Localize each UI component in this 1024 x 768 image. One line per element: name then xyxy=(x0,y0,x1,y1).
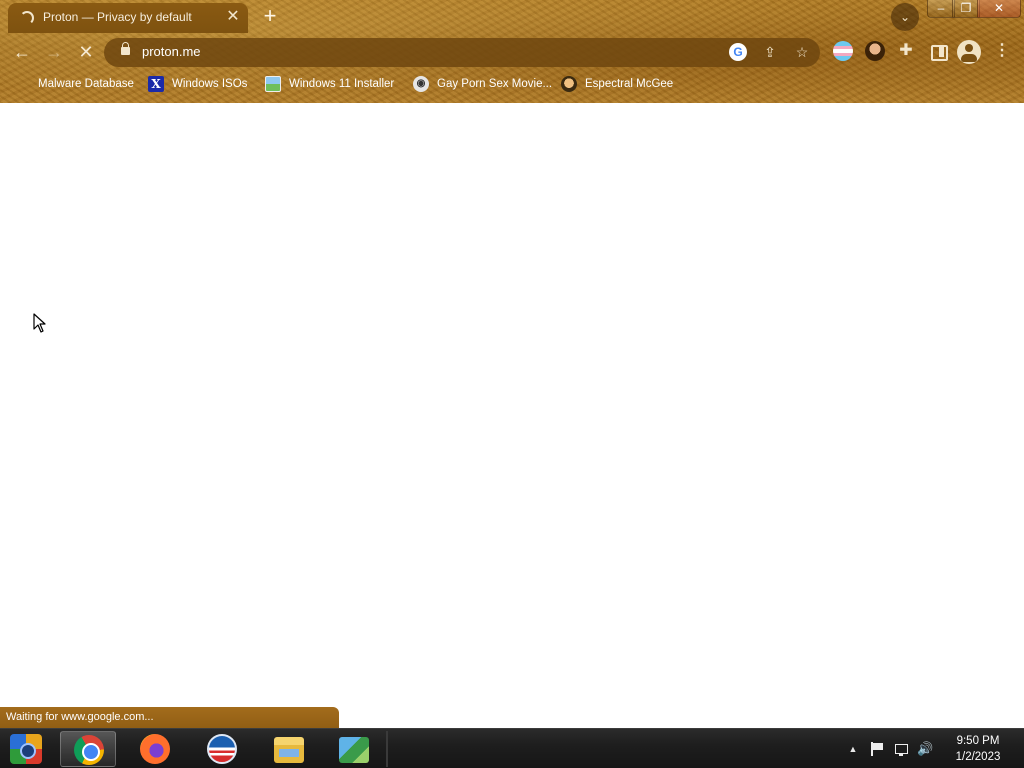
address-bar[interactable]: proton.me G ⇪ ☆ xyxy=(104,38,820,67)
extension-avatar-icon[interactable] xyxy=(865,41,885,61)
side-panel-icon[interactable] xyxy=(928,41,948,61)
browser-chrome: Proton — Privacy by default ✕ + ⌄ – ❐ ✕ … xyxy=(0,0,1024,103)
film-reel-icon: ◉ xyxy=(413,76,429,92)
clock[interactable]: 9:50 PM 1/2/2023 xyxy=(945,733,1011,765)
taskbar: ▲ 🔊 9:50 PM 1/2/2023 xyxy=(0,728,1024,768)
tab-search-button[interactable]: ⌄ xyxy=(891,3,919,31)
taskbar-divider xyxy=(386,731,388,767)
forward-button[interactable]: → xyxy=(42,40,66,64)
lock-icon[interactable] xyxy=(121,42,130,55)
taskbar-app-file-explorer[interactable] xyxy=(261,731,317,767)
start-button[interactable] xyxy=(5,732,47,766)
mouse-cursor-icon xyxy=(33,313,46,333)
network-icon[interactable] xyxy=(893,741,909,757)
url-text[interactable]: proton.me xyxy=(142,44,201,59)
image-icon xyxy=(265,76,281,92)
loading-spinner-icon xyxy=(20,11,34,25)
extensions-puzzle-icon[interactable]: ✚ xyxy=(896,41,916,61)
clock-date: 1/2/2023 xyxy=(955,751,1001,763)
bookmark-label: Windows ISOs xyxy=(172,78,248,90)
taskbar-app-obama[interactable] xyxy=(194,731,250,767)
status-bubble: Waiting for www.google.com... xyxy=(0,707,339,728)
taskbar-app-firefox[interactable] xyxy=(127,731,183,767)
new-tab-button[interactable]: + xyxy=(260,5,280,27)
action-center-flag-icon[interactable] xyxy=(869,741,885,757)
chrome-icon xyxy=(74,735,104,765)
bookmark-label: Espectral McGee xyxy=(585,78,674,90)
obama-logo-icon xyxy=(207,734,237,764)
bookmark-label: Gay Porn Sex Movie... xyxy=(437,78,553,90)
restore-button[interactable]: ❐ xyxy=(952,0,980,18)
bookmarks-bar: Malware Database X Windows ISOs Windows … xyxy=(0,72,1024,96)
bookmark-malware-database[interactable]: Malware Database xyxy=(14,74,134,94)
clock-time: 9:50 PM xyxy=(956,735,1000,747)
bookmark-windows-isos[interactable]: X Windows ISOs xyxy=(148,74,247,94)
browser-menu-icon[interactable]: ⋮ xyxy=(992,41,1012,61)
tab-title: Proton — Privacy by default xyxy=(43,10,192,24)
bookmark-label: Windows 11 Installer xyxy=(289,78,395,90)
volume-icon[interactable]: 🔊 xyxy=(917,741,933,757)
back-button[interactable]: ← xyxy=(10,40,34,64)
bookmark-label: Malware Database xyxy=(38,78,134,90)
page-content[interactable] xyxy=(0,103,1024,728)
bookmark-windows-11-installer[interactable]: Windows 11 Installer xyxy=(265,74,394,94)
windows-orb-icon xyxy=(10,734,42,764)
bookmark-espectral-mcgee[interactable]: Espectral McGee xyxy=(561,74,673,94)
bookmark-movie-site[interactable]: ◉ Gay Porn Sex Movie... xyxy=(413,74,552,94)
google-lens-icon[interactable]: G xyxy=(729,43,747,61)
tab-close-icon[interactable]: ✕ xyxy=(224,8,242,26)
close-window-button[interactable]: ✕ xyxy=(977,0,1021,18)
folder-icon xyxy=(274,737,304,763)
taskbar-app-network[interactable] xyxy=(326,731,382,767)
show-hidden-icons-chevron-icon[interactable]: ▲ xyxy=(845,741,861,757)
profile-avatar-icon[interactable] xyxy=(957,40,981,64)
stop-loading-button[interactable]: ✕ xyxy=(74,40,98,64)
minimize-button[interactable]: – xyxy=(927,0,955,18)
x-logo-icon: X xyxy=(148,76,164,92)
tab-proton[interactable]: Proton — Privacy by default ✕ xyxy=(8,3,248,33)
firefox-icon xyxy=(140,734,170,764)
bookmark-star-icon[interactable]: ☆ xyxy=(793,43,811,61)
taskbar-app-chrome[interactable] xyxy=(60,731,116,767)
extension-flag-icon[interactable] xyxy=(833,41,853,61)
face-icon xyxy=(561,76,577,92)
share-icon[interactable]: ⇪ xyxy=(761,43,779,61)
network-people-icon xyxy=(339,737,369,763)
blank-page-icon xyxy=(14,76,30,92)
